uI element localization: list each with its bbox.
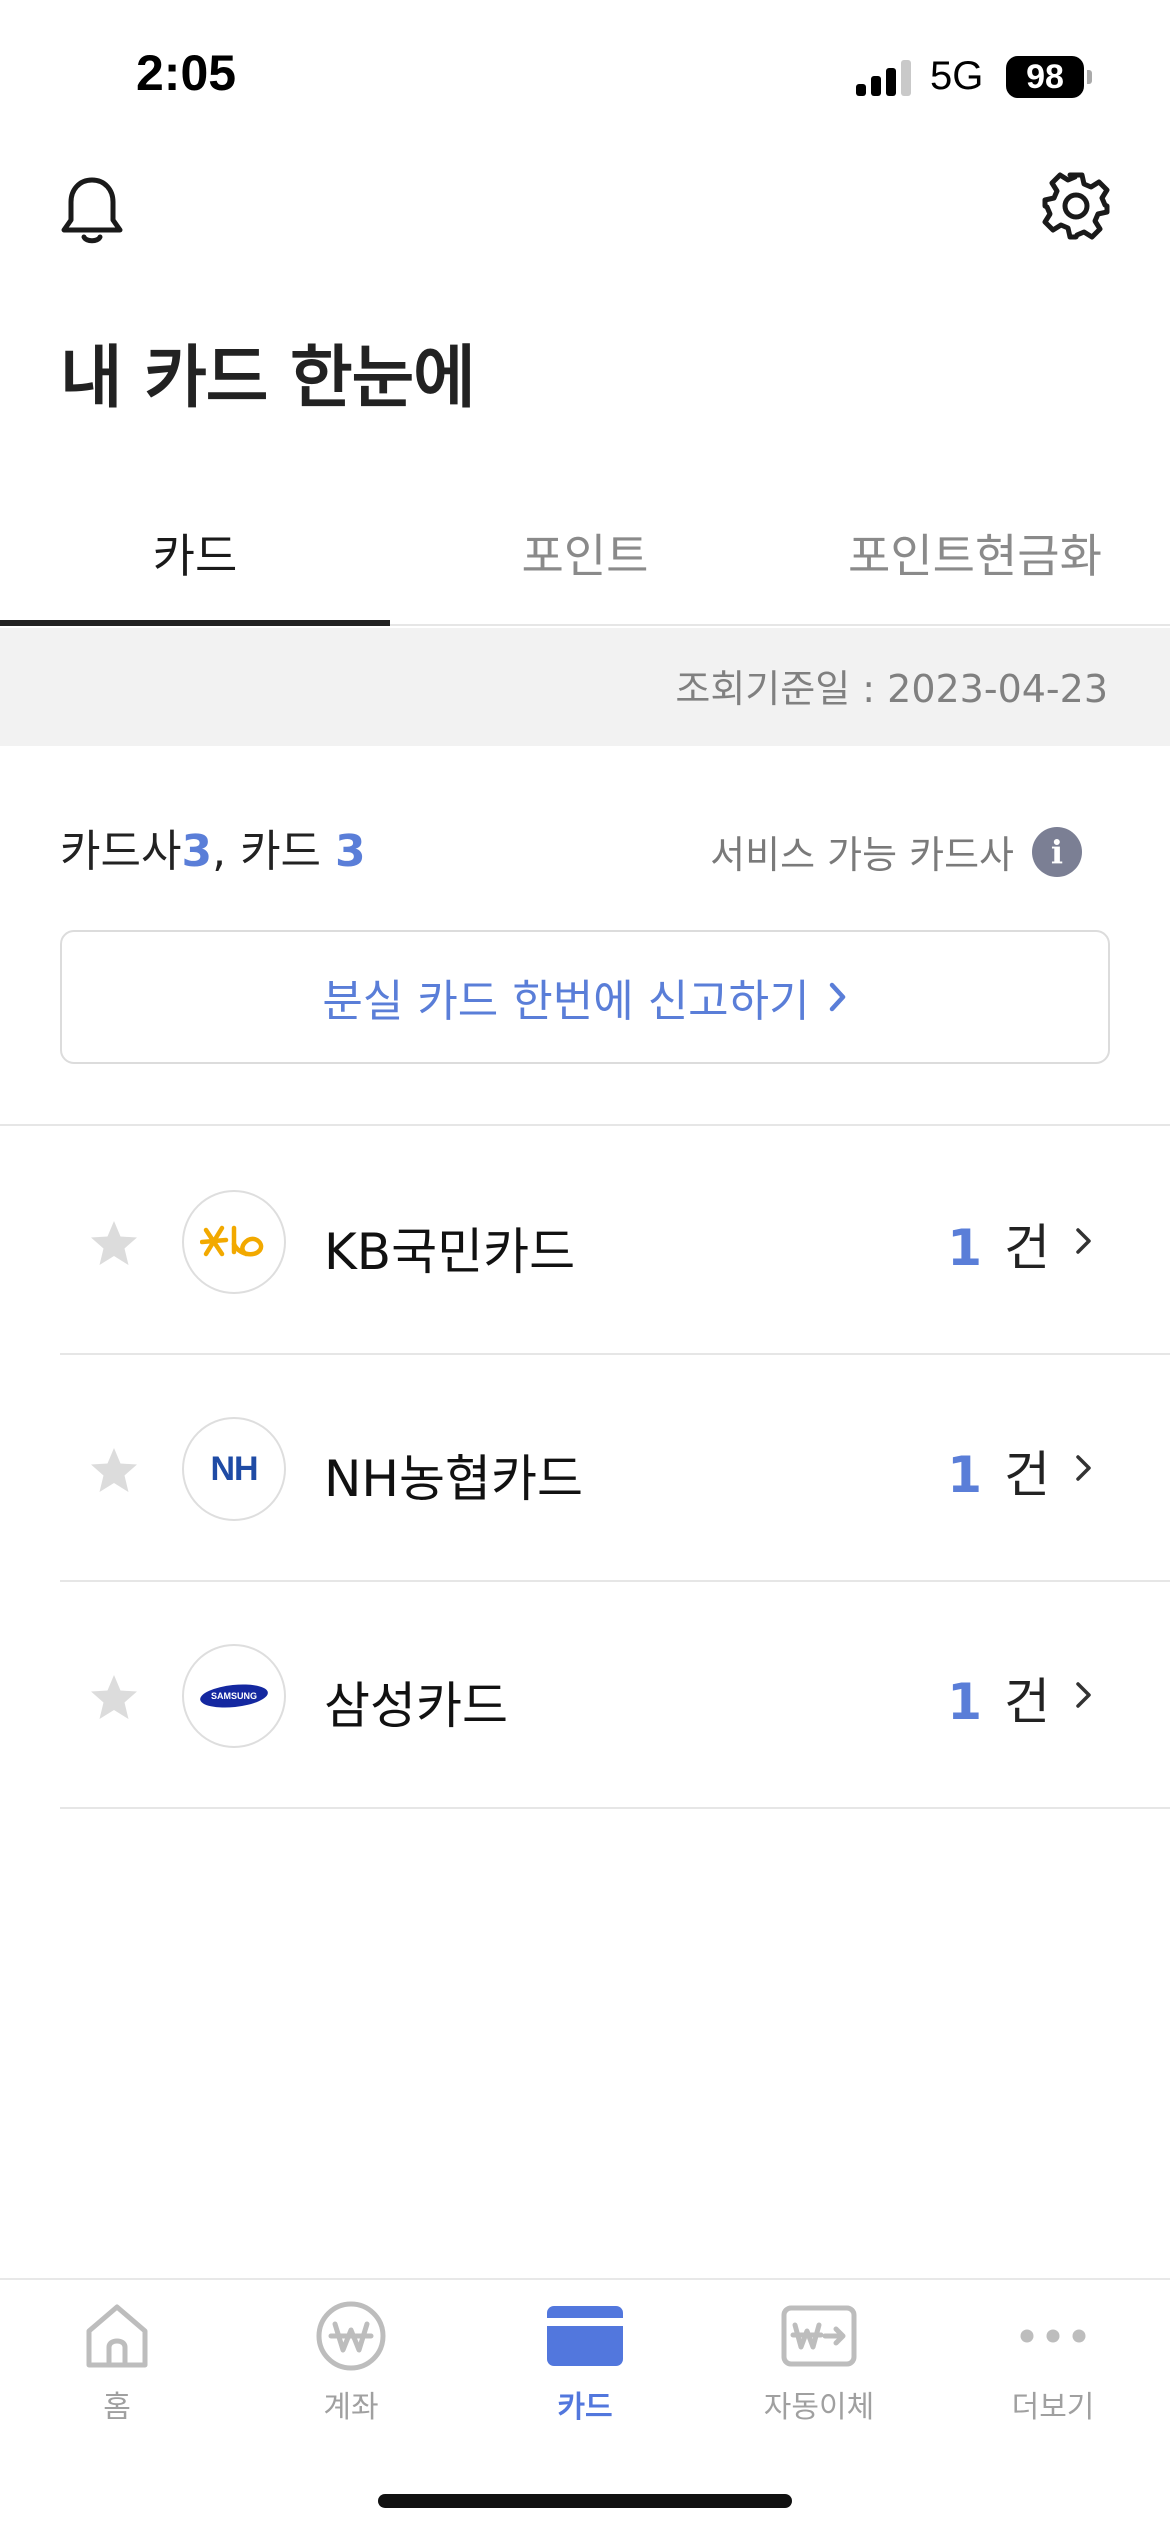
chevron-right-icon: [1076, 1228, 1091, 1254]
card-count-unit: 건: [1004, 1673, 1050, 1731]
card-count-number: 1: [947, 1673, 982, 1731]
card-issuer-name: KB국민카드: [324, 1223, 576, 1281]
card-count-number: 1: [947, 1446, 982, 1504]
nav-card[interactable]: 카드: [468, 2280, 702, 2430]
battery-tip: [1087, 70, 1092, 84]
service-issuers-label: 서비스 가능 카드사: [710, 833, 1014, 877]
nav-accounts[interactable]: 계좌: [234, 2280, 468, 2430]
card-icon: [545, 2296, 625, 2376]
card-issuer-row[interactable]: SAMSUNG 삼성카드 1건: [60, 1582, 1170, 1809]
section-divider: [0, 1124, 1170, 1126]
card-issuer-row[interactable]: NH NH농협카드 1건: [60, 1355, 1170, 1582]
chevron-right-icon: [829, 982, 845, 1012]
kb-logo: [182, 1190, 286, 1294]
service-issuers-link[interactable]: 서비스 가능 카드사 i: [710, 824, 1082, 879]
tab-points[interactable]: 포인트: [390, 480, 780, 626]
auto-transfer-icon: [779, 2296, 859, 2376]
card-count: 3: [335, 826, 366, 877]
nh-logo-text: NH: [210, 1449, 258, 1488]
chevron-right-icon: [1076, 1455, 1091, 1481]
home-icon: [77, 2296, 157, 2376]
card-issuer-row[interactable]: KB국민카드 1건: [60, 1128, 1170, 1355]
nav-auto-transfer-label: 자동이체: [763, 2390, 875, 2425]
tab-bar: 카드 포인트 포인트현금화: [0, 480, 1170, 626]
report-lost-card-button[interactable]: 분실 카드 한번에 신고하기: [60, 930, 1110, 1064]
tab-active-indicator: [0, 620, 390, 626]
nav-home-label: 홈: [103, 2390, 131, 2425]
battery-icon: 98: [1006, 56, 1084, 98]
network-type: 5G: [930, 54, 984, 98]
card-count-unit: 건: [1004, 1446, 1050, 1504]
tab-card[interactable]: 카드: [0, 480, 390, 626]
bell-icon[interactable]: [52, 170, 132, 250]
card-count: 1건: [947, 1208, 1050, 1280]
card-count-unit: 건: [1004, 1219, 1050, 1277]
card-count: 1건: [947, 1662, 1050, 1734]
favorite-star-icon[interactable]: [88, 1218, 140, 1270]
card-label: 카드: [240, 826, 322, 877]
card-issuer-name: 삼성카드: [324, 1677, 508, 1735]
nav-more-label: 더보기: [1011, 2390, 1095, 2425]
status-bar: 2:05 5G 98: [0, 0, 1170, 140]
favorite-star-icon[interactable]: [88, 1672, 140, 1724]
samsung-logo: SAMSUNG: [182, 1644, 286, 1748]
nav-auto-transfer[interactable]: 자동이체: [702, 2280, 936, 2430]
more-dots-icon: [1013, 2296, 1093, 2376]
query-date: 조회기준일 : 2023-04-23: [675, 667, 1108, 711]
info-icon[interactable]: i: [1032, 826, 1082, 877]
status-time: 2:05: [136, 45, 237, 101]
page-title: 내 카드 한눈에: [60, 339, 476, 418]
tab-points-cash[interactable]: 포인트현금화: [780, 480, 1170, 626]
favorite-star-icon[interactable]: [88, 1445, 140, 1497]
home-indicator: [378, 2494, 792, 2508]
nav-more[interactable]: 더보기: [936, 2280, 1170, 2430]
samsung-logo-text: SAMSUNG: [211, 1691, 257, 1701]
report-lost-card-label: 분실 카드 한번에 신고하기: [322, 976, 810, 1027]
won-coin-icon: [311, 2296, 391, 2376]
gear-icon[interactable]: [1036, 166, 1116, 246]
nav-home[interactable]: 홈: [0, 2280, 234, 2430]
card-count: 1건: [947, 1435, 1050, 1507]
nav-card-label: 카드: [557, 2390, 613, 2425]
signal-strength-icon: [856, 60, 914, 96]
issuer-count: 3: [181, 826, 213, 877]
nav-accounts-label: 계좌: [323, 2390, 379, 2425]
card-summary: 카드사3, 카드 3: [60, 815, 366, 879]
nh-logo: NH: [182, 1417, 286, 1521]
issuer-label: 카드사: [60, 826, 182, 877]
card-count-number: 1: [947, 1219, 982, 1277]
card-issuer-name: NH농협카드: [324, 1450, 583, 1508]
chevron-right-icon: [1076, 1682, 1091, 1708]
query-date-bar: 조회기준일 : 2023-04-23: [0, 628, 1170, 746]
summary-separator: ,: [212, 826, 227, 877]
